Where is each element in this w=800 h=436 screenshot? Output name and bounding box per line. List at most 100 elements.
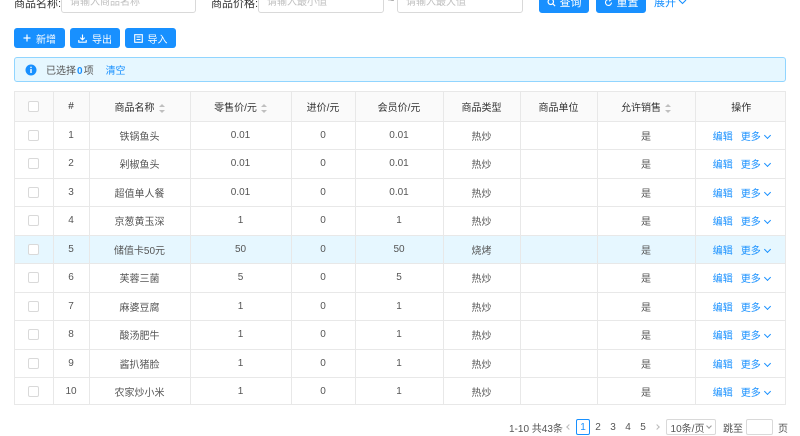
product-name-input[interactable] [61, 0, 196, 13]
row-select-cell [15, 320, 54, 350]
edit-link[interactable]: 编辑 [713, 360, 733, 371]
cell-unit [520, 121, 598, 150]
table-row[interactable]: 6 芙蓉三菌 5 0 5 热炒是编辑 更多 [15, 263, 785, 293]
col-allow-sale[interactable]: 允许销售 [597, 92, 696, 122]
more-dropdown[interactable]: 更多 [740, 388, 771, 400]
cell-allow-sale: 是 [597, 292, 696, 321]
price-max-input[interactable] [397, 0, 523, 13]
edit-link[interactable]: 编辑 [713, 132, 733, 143]
row-checkbox[interactable] [28, 215, 40, 227]
info-icon [25, 64, 37, 75]
page-2[interactable]: 2 [591, 419, 605, 435]
more-dropdown[interactable]: 更多 [741, 274, 771, 285]
reset-button[interactable]: 重置 [596, 0, 646, 13]
table-row[interactable]: 8 酸汤肥牛 1 0 1 热炒是编辑 更多 [15, 320, 785, 350]
edit-link[interactable]: 编辑 [713, 303, 733, 314]
cell-name: 酸汤肥牛 [89, 320, 191, 350]
cell-cost-price: 0 [291, 320, 356, 350]
table-row[interactable]: 7 麻婆豆腐 1 0 1 热炒是编辑 更多 [15, 292, 785, 321]
expand-toggle[interactable]: 展开 [654, 0, 687, 10]
table-row[interactable]: 9 酱扒猪脸 1 0 1 热炒是编辑 更多 [15, 349, 785, 378]
reload-icon [604, 0, 612, 6]
page-4[interactable]: 4 [621, 419, 635, 435]
edit-link[interactable]: 编辑 [713, 388, 733, 399]
cell-cost-price: 0 [291, 377, 356, 404]
cell-name: 芙蓉三菌 [89, 263, 191, 293]
cell-operations: 编辑 更多 [695, 349, 785, 378]
cell-index: 1 [53, 121, 90, 150]
row-checkbox[interactable] [28, 357, 40, 369]
pagination-summary: 1-10 共43条 [509, 423, 563, 435]
row-select-cell [15, 121, 54, 150]
sort-icon[interactable] [665, 103, 671, 113]
page-5[interactable]: 5 [636, 419, 650, 435]
cell-name: 酱扒猪脸 [89, 349, 191, 378]
more-label: 更多 [740, 131, 761, 143]
page-size-select[interactable]: 10条/页 [666, 419, 716, 435]
chevron-down-icon [763, 245, 771, 253]
edit-link[interactable]: 编辑 [713, 189, 733, 200]
cell-unit [520, 377, 598, 404]
download-icon [78, 34, 87, 43]
add-button[interactable]: 新增 [14, 28, 65, 48]
row-checkbox[interactable] [28, 272, 40, 284]
edit-link[interactable]: 编辑 [713, 160, 733, 171]
table-row[interactable]: 10 农家炒小米 1 0 1 热炒是编辑 更多 [15, 377, 785, 404]
sort-icon[interactable] [158, 103, 165, 113]
import-button[interactable]: 导入 [125, 28, 176, 48]
table-row[interactable]: 5 储值卡50元 50 0 50 烧烤是编辑 更多 [15, 235, 785, 264]
row-checkbox[interactable] [28, 158, 40, 170]
more-dropdown[interactable]: 更多 [740, 131, 771, 143]
cell-unit [520, 292, 598, 321]
more-dropdown[interactable]: 更多 [741, 331, 771, 342]
next-page-button[interactable] [653, 419, 661, 435]
cell-operations: 编辑 更多 [695, 178, 785, 207]
query-button[interactable]: 查询 [539, 0, 589, 13]
select-all-cell [15, 92, 54, 122]
col-operations: 操作 [695, 92, 785, 122]
col-retail-price[interactable]: 零售价/元 [190, 92, 292, 122]
prev-page-button[interactable] [565, 419, 573, 435]
row-checkbox[interactable] [28, 129, 40, 141]
edit-link[interactable]: 编辑 [713, 331, 733, 342]
clear-selection-link[interactable]: 清空 [106, 62, 126, 77]
cell-name: 铁锅鱼头 [89, 121, 191, 150]
selection-suffix: 项 [83, 66, 94, 77]
table-row[interactable]: 4 京葱黄玉深 1 0 1 热炒是编辑 更多 [15, 206, 785, 236]
price-min-input[interactable] [258, 0, 384, 13]
more-dropdown[interactable]: 更多 [741, 188, 771, 200]
row-checkbox[interactable] [28, 329, 40, 341]
select-all-checkbox[interactable] [28, 100, 40, 112]
chevron-down-icon [763, 274, 771, 282]
expand-label: 展开 [654, 0, 676, 9]
edit-link[interactable]: 编辑 [713, 246, 733, 257]
more-dropdown[interactable]: 更多 [741, 160, 771, 171]
more-label: 更多 [740, 388, 761, 400]
import-icon [133, 33, 143, 43]
edit-link[interactable]: 编辑 [713, 217, 733, 228]
more-dropdown[interactable]: 更多 [741, 359, 771, 371]
row-checkbox[interactable] [28, 243, 40, 255]
row-checkbox[interactable] [28, 186, 40, 198]
page-1[interactable]: 1 [576, 419, 590, 435]
row-select-cell [15, 377, 54, 404]
cell-name: 麻婆豆腐 [89, 292, 191, 321]
cell-type: 热炒 [443, 178, 521, 207]
sort-icon[interactable] [260, 103, 267, 113]
more-dropdown[interactable]: 更多 [741, 302, 771, 314]
table-row[interactable]: 1 铁锅鱼头 0.01 0 0.01 热炒是编辑 更多 [15, 121, 785, 150]
cell-operations: 编辑 更多 [695, 320, 785, 350]
import-label: 导入 [147, 34, 168, 46]
page-3[interactable]: 3 [606, 419, 620, 435]
edit-link[interactable]: 编辑 [713, 274, 733, 285]
table-row[interactable]: 3 超值单人餐 0.01 0 0.01 热炒是编辑 更多 [15, 178, 785, 207]
table-row[interactable]: 2 剁椒鱼头 0.01 0 0.01 热炒是编辑 更多 [15, 149, 785, 179]
more-dropdown[interactable]: 更多 [741, 245, 771, 257]
col-name[interactable]: 商品名称 [89, 92, 191, 122]
export-button[interactable]: 导出 [70, 28, 120, 48]
cell-index: 3 [53, 178, 90, 207]
more-dropdown[interactable]: 更多 [741, 217, 771, 228]
jump-page-input[interactable] [746, 419, 773, 435]
row-checkbox[interactable] [28, 386, 40, 398]
row-checkbox[interactable] [28, 300, 40, 312]
